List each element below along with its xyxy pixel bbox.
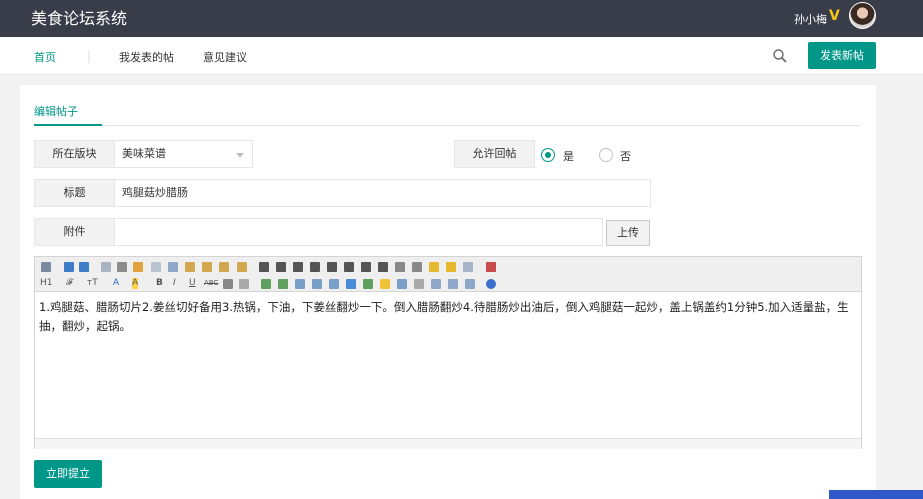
- ordered-list-icon[interactable]: [327, 262, 337, 272]
- align-left-icon[interactable]: [259, 262, 269, 272]
- print-icon[interactable]: [117, 262, 127, 272]
- source-icon[interactable]: [41, 262, 51, 272]
- chevron-down-icon: [236, 153, 244, 158]
- fullscreen-icon[interactable]: [486, 262, 496, 272]
- editor-toolbar: H1 𝓕 тT A A B I U ABC: [35, 257, 861, 292]
- attachment-icon[interactable]: [329, 279, 339, 289]
- bold-button[interactable]: B: [156, 278, 163, 289]
- attach-input[interactable]: [114, 218, 603, 246]
- heading-button[interactable]: H1: [40, 278, 53, 289]
- reply-yes-radio[interactable]: [541, 148, 555, 162]
- top-header: 美食论坛系统 孙小梅 V: [0, 0, 923, 37]
- font-family-button[interactable]: 𝓕: [66, 278, 73, 289]
- paste-html-icon[interactable]: [237, 262, 247, 272]
- paste-icon[interactable]: [185, 262, 195, 272]
- indent-icon[interactable]: [361, 262, 371, 272]
- table-icon[interactable]: [223, 279, 233, 289]
- preview-icon[interactable]: [101, 262, 111, 272]
- undo-icon[interactable]: [64, 262, 74, 272]
- font-color-button[interactable]: A: [113, 278, 119, 289]
- subscript-icon[interactable]: [395, 262, 405, 272]
- reply-yes-label[interactable]: 是: [563, 148, 574, 164]
- select-all-icon[interactable]: [446, 262, 456, 272]
- hr-icon[interactable]: [363, 279, 373, 289]
- paste-word-icon[interactable]: [219, 262, 229, 272]
- help-icon[interactable]: [486, 279, 496, 289]
- eraser-icon[interactable]: [239, 279, 249, 289]
- bg-color-button[interactable]: A: [132, 278, 139, 289]
- watermark-note: [829, 490, 923, 499]
- justify-icon[interactable]: [310, 262, 320, 272]
- title-input[interactable]: 鸡腿菇炒腊肠: [114, 179, 651, 207]
- title-label: 标题: [34, 179, 115, 207]
- tab-divider: [34, 125, 860, 126]
- search-icon[interactable]: [773, 49, 787, 63]
- align-center-icon[interactable]: [276, 262, 286, 272]
- map-icon[interactable]: [397, 279, 407, 289]
- cursor-icon[interactable]: [463, 262, 473, 272]
- nav-separator: |: [87, 49, 92, 63]
- editor-statusbar: [35, 438, 861, 449]
- font-size-button[interactable]: тT: [87, 278, 98, 289]
- tab-active-indicator: [34, 124, 102, 126]
- reply-no-label[interactable]: 否: [620, 148, 631, 164]
- copy-icon[interactable]: [168, 262, 178, 272]
- cut-icon[interactable]: [151, 262, 161, 272]
- table-edit-icon[interactable]: [278, 279, 288, 289]
- italic-button[interactable]: I: [173, 278, 176, 289]
- clear-format-icon[interactable]: [429, 262, 439, 272]
- reply-no-radio[interactable]: [599, 148, 613, 162]
- redo-icon[interactable]: [79, 262, 89, 272]
- user-name[interactable]: 孙小梅: [794, 11, 827, 27]
- media-icon[interactable]: [346, 279, 356, 289]
- editor-content[interactable]: 1.鸡腿菇、腊肠切片2.姜丝切好备用3.热锅，下油，下姜丝翻炒一下。倒入腊肠翻炒…: [39, 298, 857, 336]
- link-icon[interactable]: [448, 279, 458, 289]
- board-select[interactable]: 美味菜谱: [114, 140, 253, 168]
- align-right-icon[interactable]: [293, 262, 303, 272]
- superscript-icon[interactable]: [412, 262, 422, 272]
- emoticon-icon[interactable]: [380, 279, 390, 289]
- paste-text-icon[interactable]: [202, 262, 212, 272]
- nav-item-my-posts[interactable]: 我发表的帖: [119, 49, 174, 65]
- submit-button[interactable]: 立即提立: [34, 460, 102, 488]
- table-insert-icon[interactable]: [261, 279, 271, 289]
- board-label: 所在版块: [34, 140, 115, 168]
- unordered-list-icon[interactable]: [344, 262, 354, 272]
- reply-label: 允许回帖: [454, 140, 535, 168]
- template-icon[interactable]: [133, 262, 143, 272]
- page-break-icon[interactable]: [414, 279, 424, 289]
- upload-button[interactable]: 上传: [606, 220, 650, 246]
- attach-label: 附件: [34, 218, 115, 246]
- nav-item-home[interactable]: 首页: [34, 49, 56, 65]
- image-icon[interactable]: [295, 279, 305, 289]
- tab-edit-post[interactable]: 编辑帖子: [34, 103, 78, 119]
- new-post-button[interactable]: 发表新帖: [808, 42, 876, 69]
- underline-button[interactable]: U: [189, 278, 196, 289]
- flash-icon[interactable]: [312, 279, 322, 289]
- outdent-icon[interactable]: [378, 262, 388, 272]
- strikethrough-button[interactable]: ABC: [204, 278, 218, 289]
- unlink-icon[interactable]: [465, 279, 475, 289]
- anchor-icon[interactable]: [431, 279, 441, 289]
- nav-item-feedback[interactable]: 意见建议: [203, 49, 247, 65]
- vip-badge: V: [829, 8, 840, 24]
- app-brand[interactable]: 美食论坛系统: [31, 5, 127, 29]
- avatar[interactable]: [849, 2, 876, 29]
